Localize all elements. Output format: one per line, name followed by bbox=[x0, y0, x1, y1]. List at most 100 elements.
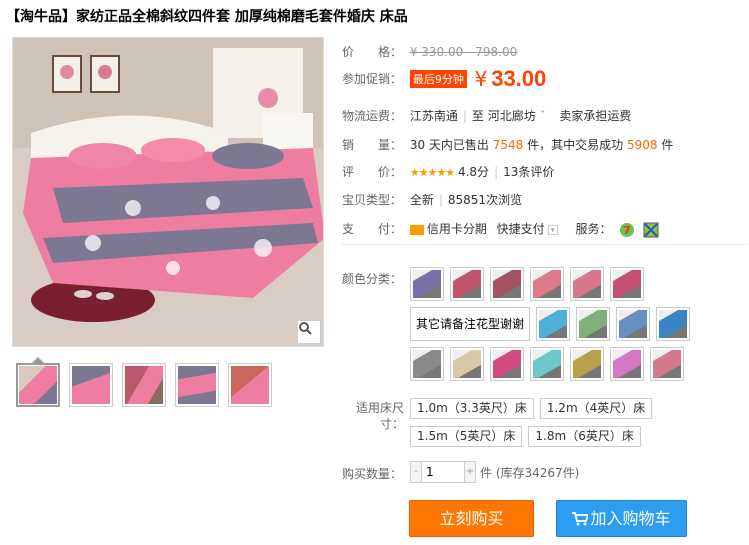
expand-icon[interactable]: ▾ bbox=[547, 224, 558, 235]
product-title: 【淘牛品】家纺正品全棉斜纹四件套 加厚纯棉磨毛套件婚庆 床品 bbox=[6, 9, 408, 25]
color-option-custom[interactable]: 其它请备注花型谢谢 bbox=[410, 307, 531, 341]
color-option[interactable] bbox=[536, 307, 571, 341]
sales-mid: 件，其中交易成功 bbox=[527, 138, 624, 152]
swatch-image bbox=[493, 270, 521, 298]
swatch-image bbox=[533, 350, 561, 378]
guarantee-badge-icon[interactable] bbox=[643, 222, 659, 238]
swatch-image bbox=[579, 310, 608, 338]
quantity-label: 购买数量： bbox=[342, 467, 403, 481]
size-option[interactable]: 1.5m（5英尺）床 bbox=[410, 426, 523, 447]
color-option[interactable] bbox=[410, 267, 444, 301]
color-option[interactable] bbox=[490, 267, 524, 301]
dropdown-arrow-icon: ˇ bbox=[539, 109, 546, 123]
swatch-image bbox=[413, 350, 441, 378]
rating-label: 评 价： bbox=[342, 165, 403, 179]
color-option[interactable] bbox=[576, 307, 611, 341]
color-label: 颜色分类： bbox=[342, 272, 403, 286]
color-option[interactable] bbox=[610, 347, 644, 381]
price-label: 价 格： bbox=[342, 45, 403, 59]
color-option[interactable] bbox=[450, 267, 484, 301]
stock-info: 件 (库存34267件) bbox=[480, 465, 580, 480]
ship-to-select[interactable]: 河北廊坊 ˇ bbox=[488, 109, 546, 123]
color-option[interactable] bbox=[570, 347, 604, 381]
bedroom-photo bbox=[13, 38, 323, 346]
sold-count: 7548 bbox=[492, 138, 524, 152]
success-count: 5908 bbox=[626, 138, 658, 152]
sales-suffix: 件 bbox=[661, 138, 674, 152]
promo-row: 参加促销： 最后9分钟 ¥ 33.00 bbox=[342, 66, 546, 92]
swatch-image bbox=[613, 350, 641, 378]
promo-price: 33.00 bbox=[491, 66, 547, 91]
type-label: 宝贝类型： bbox=[342, 193, 403, 207]
quick-pay-link[interactable]: 快捷支付 bbox=[497, 222, 545, 236]
color-option[interactable] bbox=[530, 267, 564, 301]
color-options: 其它请备注花型谢谢 bbox=[410, 267, 740, 387]
sales-label: 销 量： bbox=[342, 138, 403, 152]
sales-prefix: 30 天内已售出 bbox=[409, 138, 489, 152]
view-count: 85851次浏览 bbox=[447, 193, 523, 207]
color-option[interactable] bbox=[450, 347, 484, 381]
color-option[interactable] bbox=[610, 267, 644, 301]
payment-row: 支 付： 信用卡分期 快捷支付 ▾ 服务： 7 bbox=[342, 220, 659, 238]
color-option[interactable] bbox=[410, 347, 444, 381]
swatch-image bbox=[573, 350, 601, 378]
thumbnail[interactable] bbox=[122, 363, 166, 407]
svg-text:7: 7 bbox=[624, 224, 632, 237]
swatch-image bbox=[413, 270, 441, 298]
swatch-image bbox=[653, 350, 681, 378]
color-option[interactable] bbox=[616, 307, 651, 341]
swatch-image bbox=[573, 270, 601, 298]
swatch-image bbox=[619, 310, 648, 338]
thumbnail[interactable] bbox=[228, 363, 272, 407]
promo-badge: 最后9分钟 bbox=[409, 70, 467, 88]
swatch-image bbox=[659, 310, 688, 338]
buy-now-button[interactable]: 立刻购买 bbox=[409, 500, 534, 537]
ship-from: 江苏南通 bbox=[409, 109, 458, 123]
swatch-image bbox=[539, 310, 568, 338]
color-option[interactable] bbox=[570, 267, 604, 301]
add-to-cart-button[interactable]: 加入购物车 bbox=[556, 500, 687, 537]
zoom-button[interactable] bbox=[297, 320, 321, 344]
thumbnail-strip bbox=[16, 363, 272, 407]
size-option[interactable]: 1.8m（6英尺）床 bbox=[528, 426, 641, 447]
color-option[interactable] bbox=[650, 347, 684, 381]
size-option[interactable]: 1.0m（3.3英尺）床 bbox=[410, 398, 534, 419]
size-option[interactable]: 1.2m（4英尺）床 bbox=[539, 398, 653, 419]
service-label: 服务： bbox=[575, 222, 612, 236]
add-to-cart-label: 加入购物车 bbox=[590, 509, 671, 528]
size-label: 适用床尺寸： bbox=[355, 401, 404, 431]
original-price: ¥ 330.00 - 798.00 bbox=[409, 45, 518, 59]
quantity-stepper: - + 件 (库存34267件) bbox=[410, 461, 579, 483]
quantity-increase-button[interactable]: + bbox=[464, 461, 476, 483]
size-options: 1.0m（3.3英尺）床 1.2m（4英尺）床 1.5m（5英尺）床 1.8m（… bbox=[410, 398, 740, 454]
swatch-image bbox=[493, 350, 521, 378]
color-option[interactable] bbox=[490, 347, 524, 381]
thumbnail[interactable] bbox=[16, 363, 60, 407]
price-row: 价 格： ¥ 330.00 - 798.00 bbox=[342, 43, 517, 60]
section-divider bbox=[342, 244, 747, 245]
seven-day-return-icon[interactable]: 7 bbox=[619, 222, 635, 238]
rating-score: 4.8分 bbox=[457, 165, 490, 179]
thumbnail[interactable] bbox=[69, 363, 113, 407]
payment-label: 支 付： bbox=[342, 222, 403, 236]
sales-row: 销 量： 30 天内已售出 7548 件，其中交易成功 5908 件 bbox=[342, 136, 673, 153]
shipping-fee: 卖家承担运费 bbox=[559, 109, 632, 123]
main-product-image[interactable] bbox=[12, 37, 324, 347]
swatch-image bbox=[613, 270, 641, 298]
type-row: 宝贝类型： 全新 | 85851次浏览 bbox=[342, 193, 523, 207]
quantity-decrease-button[interactable]: - bbox=[410, 461, 422, 483]
installment-link[interactable]: 信用卡分期 bbox=[427, 222, 487, 236]
swatch-image bbox=[533, 270, 561, 298]
shipping-row: 物流运费： 江苏南通 | 至 河北廊坊 ˇ 卖家承担运费 bbox=[342, 109, 632, 123]
review-count-link[interactable]: 13条评价 bbox=[503, 165, 554, 179]
color-option[interactable] bbox=[656, 307, 691, 341]
color-option[interactable] bbox=[530, 347, 564, 381]
cart-icon bbox=[572, 512, 590, 526]
currency-symbol: ¥ bbox=[474, 67, 488, 91]
quantity-input[interactable] bbox=[422, 461, 464, 483]
thumbnail[interactable] bbox=[175, 363, 219, 407]
star-rating-icon: ★★★★★ bbox=[409, 166, 455, 179]
shipping-label: 物流运费： bbox=[342, 109, 403, 123]
rating-row: 评 价： ★★★★★ 4.8分 | 13条评价 bbox=[342, 165, 555, 179]
item-condition: 全新 bbox=[409, 193, 434, 207]
